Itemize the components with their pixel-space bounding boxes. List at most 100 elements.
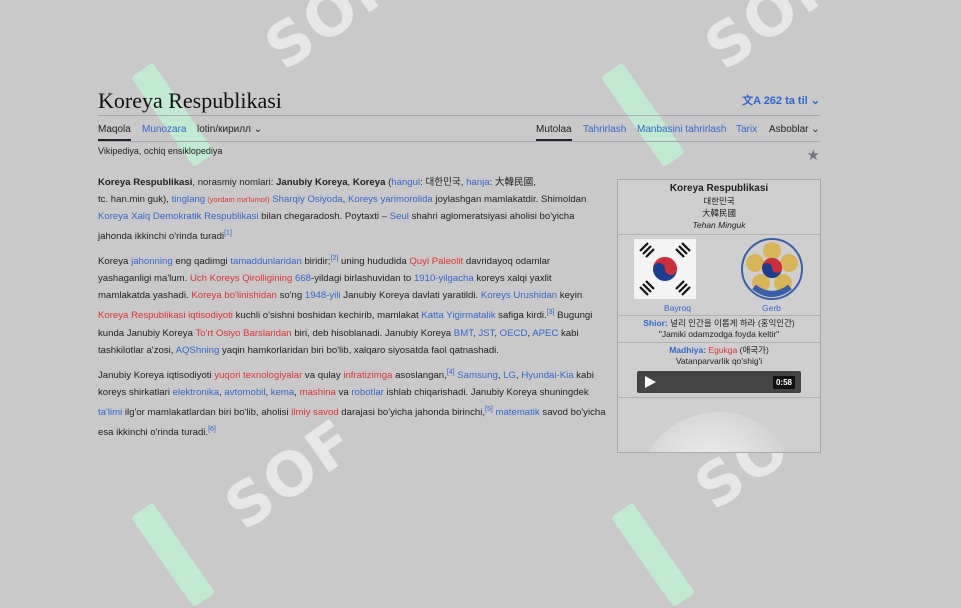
anthem-translation: Vatanparvarlik qo'shig'i	[675, 356, 763, 366]
script-variant-dropdown[interactable]: lotin/кирилл ⌄	[197, 124, 262, 135]
play-icon[interactable]	[645, 376, 656, 388]
help-link[interactable]: (yordam ma'lumot)	[205, 195, 269, 204]
location-map-globe[interactable]	[638, 412, 798, 452]
paragraph-2: Koreya jahonning eng qadimgi tamaddunlar…	[98, 250, 606, 358]
link[interactable]: jahonning	[131, 256, 173, 267]
link[interactable]: matematik	[495, 407, 539, 418]
text: va qulay	[302, 369, 344, 381]
flag-caption[interactable]: Bayroq	[664, 303, 691, 313]
link[interactable]: hangul	[391, 177, 420, 188]
tools-dropdown[interactable]: Asboblar ⌄	[769, 124, 820, 135]
tools-label: Asboblar	[769, 124, 809, 135]
link[interactable]: 668	[295, 273, 311, 284]
watch-star-icon[interactable]: ★	[807, 146, 820, 164]
link[interactable]: OECD	[500, 328, 528, 339]
watermark-text: SOF	[252, 0, 409, 85]
link[interactable]: BMT	[454, 328, 473, 339]
redlink[interactable]: ilmiy savod	[291, 407, 338, 418]
tab-article[interactable]: Maqola	[98, 124, 131, 141]
link[interactable]: Koreys yarimorolida	[348, 194, 433, 205]
link[interactable]: Koreys Urushidan	[481, 290, 557, 301]
link[interactable]: kema	[271, 387, 294, 398]
text: safiga kirdi.	[495, 310, 547, 322]
emblem-caption[interactable]: Gerb	[762, 303, 781, 313]
emblem-icon	[741, 238, 803, 300]
text: uning hududida	[338, 256, 410, 268]
infobox-motto: Shior: 널리 인간을 이롭게 하라 (홍익인간) "Jamiki odam…	[618, 316, 820, 343]
link[interactable]: elektronika	[173, 387, 219, 398]
link[interactable]: Hyundai-Kia	[521, 370, 573, 381]
link[interactable]: 1910-yilgacha	[414, 273, 474, 284]
text: so'ng	[276, 290, 305, 302]
watermark-mark	[610, 502, 696, 608]
redlink[interactable]: Koreya Respublikasi iqtisodiyoti	[98, 311, 233, 322]
audio-player[interactable]: 0:58	[637, 371, 801, 393]
redlink[interactable]: infratizimga	[343, 370, 392, 381]
language-button[interactable]: 文A 262 ta til ⌄	[742, 92, 820, 108]
redlink[interactable]: mashina	[300, 387, 336, 398]
motto-native: 널리 인간을 이롭게 하라 (홍익인간)	[670, 318, 795, 328]
tab-history[interactable]: Tarix	[736, 124, 757, 135]
redlink[interactable]: Uch Koreys Qirolligining	[190, 273, 292, 284]
citation-ref[interactable]: [4]	[447, 369, 455, 376]
text: asoslangan,	[392, 369, 447, 381]
citation-ref[interactable]: [5]	[485, 406, 493, 413]
text: -yildagi birlashuvidan to	[311, 273, 414, 285]
link[interactable]: avtomobil	[224, 387, 265, 398]
text: tc. han.min guk),	[98, 194, 172, 205]
tab-edit[interactable]: Tahrirlash	[583, 124, 626, 135]
redlink[interactable]: To'rt Osiyo Barslaridan	[195, 328, 291, 339]
bold-term: Koreya	[352, 177, 386, 188]
link[interactable]: tamaddunlaridan	[230, 256, 301, 267]
link[interactable]: robotlar	[351, 387, 384, 398]
redlink[interactable]: Koreya bo'linishidan	[191, 290, 277, 301]
link[interactable]: hanja	[466, 177, 489, 188]
anthem-label[interactable]: Madhiya:	[669, 345, 706, 355]
motto-translation: "Jamiki odamzodga foyda keltir"	[658, 329, 780, 339]
script-variant-label: lotin/кирилл	[197, 124, 251, 135]
redlink[interactable]: yuqori texnologiyalar	[214, 370, 302, 381]
text: eng qadimgi	[172, 256, 231, 268]
motto-label[interactable]: Shior:	[643, 318, 668, 328]
tab-edit-source[interactable]: Manbasini tahrirlash	[637, 124, 727, 135]
text: Janubiy Koreya davlati yaratildi.	[340, 290, 481, 302]
citation-ref[interactable]: [3]	[547, 309, 555, 316]
site-tagline: Vikipediya, ochiq ensiklopediya	[98, 146, 223, 156]
redlink[interactable]: Quyi Paleolit	[409, 256, 463, 267]
anthem-link[interactable]: Egukga	[708, 345, 737, 355]
link[interactable]: AQShning	[176, 345, 220, 356]
infobox: Koreya Respublikasi 대한민국 大韓民國 Tehan Ming…	[617, 179, 821, 453]
link[interactable]: JST	[478, 328, 494, 339]
link[interactable]: Koreya Xalq Demokratik Respublikasi	[98, 211, 259, 222]
infobox-images: Bayroq Gerb	[618, 235, 820, 316]
link[interactable]: Katta Yigirmatalik	[421, 311, 495, 322]
language-count: 262 ta til	[763, 95, 808, 107]
bold-term: Koreya Respublikasi	[98, 177, 193, 188]
citation-ref[interactable]: [6]	[208, 426, 216, 433]
flag-image[interactable]	[634, 239, 696, 299]
link[interactable]: Samsung	[457, 370, 498, 381]
emblem-image[interactable]	[740, 237, 804, 301]
text: ishlab chiqarishadi. Janubiy Koreya shun…	[383, 386, 589, 398]
chevron-down-icon: ⌄	[253, 124, 263, 135]
page-title: Koreya Respublikasi	[98, 88, 282, 113]
text: yaqin hamkorlaridan biri bo'lib, xalqaro…	[219, 344, 499, 356]
translate-icon: 文A	[742, 95, 761, 107]
text: Koreya	[98, 256, 132, 268]
link[interactable]: ta'limi	[98, 407, 122, 418]
chevron-down-icon: ⌄	[810, 95, 820, 107]
text: joylashgan mamlakatdir. Shimoldan	[432, 194, 587, 205]
tab-read[interactable]: Mutolaa	[536, 124, 572, 141]
link[interactable]: 1948-yili	[305, 290, 341, 301]
link[interactable]: LG	[503, 370, 516, 381]
flag-icon	[634, 239, 696, 299]
audio-duration: 0:58	[772, 376, 795, 389]
link[interactable]: Seul	[390, 211, 409, 222]
text: bilan chegaradosh. Poytaxti –	[258, 211, 390, 222]
tab-talk[interactable]: Munozara	[142, 124, 186, 135]
infobox-romanized: Tehan Minguk	[692, 220, 746, 230]
citation-ref[interactable]: [1]	[224, 230, 232, 237]
link[interactable]: Sharqiy Osiyoda	[270, 194, 342, 205]
audio-link[interactable]: tinglang	[172, 194, 206, 205]
link[interactable]: APEC	[532, 328, 558, 339]
